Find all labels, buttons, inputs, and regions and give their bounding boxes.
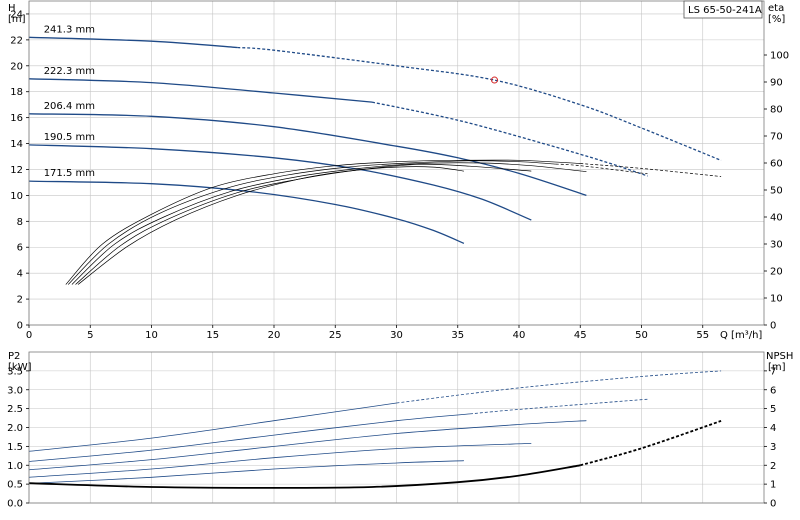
flow-tick-label: 10	[145, 330, 158, 341]
flow-tick-label: 40	[513, 330, 526, 341]
head-tick-label: 6	[17, 243, 23, 254]
pump-performance-chart: 241.3 mm 222.3 mm 206.4 mm 190.5 mm 171.5 mm…	[7, 0, 793, 510]
eta-tick-label: 100	[770, 51, 789, 62]
head-panel-grid	[28, 1, 764, 326]
power-curve	[28, 460, 464, 484]
npsh-curve	[28, 464, 581, 489]
flow-tick-label: 50	[635, 330, 648, 341]
head-tick-label: 0	[17, 321, 23, 332]
npsh-tick-label: 2	[770, 461, 776, 472]
eta-axis-title: eta	[768, 3, 784, 14]
impeller-diameter-label: 171.5 mm	[44, 168, 95, 179]
head-tick-label: 18	[10, 87, 23, 98]
power-npsh-series	[28, 370, 722, 489]
flow-axis-title: Q [m³/h]	[720, 330, 762, 341]
flow-tick-label: 55	[696, 330, 709, 341]
power-curve-extension	[396, 370, 722, 404]
flow-tick-label: 15	[206, 330, 219, 341]
efficiency-curve-extension	[555, 163, 648, 175]
head-tick-label: 22	[10, 35, 23, 46]
efficiency-curve	[65, 159, 581, 285]
head-tick-label: 10	[10, 191, 23, 202]
eta-tick-label: 40	[770, 213, 783, 224]
eta-tick-label: 70	[770, 132, 783, 143]
npsh-tick-label: 1	[770, 480, 776, 491]
efficiency-curve	[67, 160, 556, 285]
impeller-diameter-label: 206.4 mm	[44, 101, 95, 112]
efficiency-curve	[75, 163, 532, 285]
power-tick-label: 2.0	[7, 423, 23, 434]
npsh-tick-label: 3	[770, 442, 776, 453]
flow-tick-label: 35	[451, 330, 464, 341]
impeller-diameter-label: 222.3 mm	[44, 66, 95, 77]
head-tick-label: 14	[10, 139, 23, 150]
flow-tick-label: 30	[390, 330, 403, 341]
head-curve	[28, 78, 373, 103]
head-tick-label: 16	[10, 113, 23, 124]
model-label: LS 65-50-241A	[688, 5, 762, 16]
eta-tick-label: 60	[770, 159, 783, 170]
head-tick-label: 12	[10, 165, 23, 176]
efficiency-curve	[71, 162, 587, 285]
impeller-diameter-label: 241.3 mm	[44, 24, 95, 35]
power-axis-unit: [kW]	[8, 362, 32, 373]
flow-tick-label: 5	[87, 330, 93, 341]
head-axis-unit: [m]	[8, 14, 26, 25]
flow-tick-label: 25	[329, 330, 342, 341]
head-panel-axes: 0246810121416182022240102030405060708090…	[10, 0, 789, 341]
power-tick-label: 1.5	[7, 442, 23, 453]
eta-axis-unit: [%]	[768, 14, 785, 25]
head-efficiency-series: 241.3 mm 222.3 mm 206.4 mm 190.5 mm 171.5 mm	[28, 24, 722, 285]
flow-tick-label: 0	[26, 330, 32, 341]
power-tick-label: 0.0	[7, 499, 23, 510]
power-curve-extension	[469, 398, 648, 415]
power-panel-grid	[28, 352, 764, 504]
eta-tick-label: 10	[770, 294, 783, 305]
head-curve	[28, 36, 238, 49]
npsh-tick-label: 4	[770, 423, 776, 434]
power-curve	[28, 443, 532, 478]
head-tick-label: 2	[17, 295, 23, 306]
eta-tick-label: 80	[770, 105, 783, 116]
flow-tick-label: 45	[574, 330, 587, 341]
eta-tick-label: 20	[770, 267, 783, 278]
eta-tick-label: 90	[770, 78, 783, 89]
head-tick-label: 4	[17, 269, 23, 280]
power-tick-label: 2.5	[7, 404, 23, 415]
npsh-tick-label: 5	[770, 404, 776, 415]
impeller-diameter-label: 190.5 mm	[44, 132, 95, 143]
eta-tick-label: 30	[770, 240, 783, 251]
npsh-axis-title: NPSH	[766, 351, 793, 362]
efficiency-curve-extension	[580, 163, 722, 177]
npsh-axis-unit: [m]	[768, 362, 786, 373]
npsh-tick-label: 0	[770, 499, 776, 510]
eta-tick-label: 50	[770, 186, 783, 197]
power-tick-label: 1.0	[7, 461, 23, 472]
power-curve	[28, 413, 471, 462]
power-curve	[28, 420, 587, 471]
head-tick-label: 8	[17, 217, 23, 228]
power-axis-title: P2	[8, 351, 20, 362]
npsh-tick-label: 6	[770, 385, 776, 396]
head-tick-label: 20	[10, 61, 23, 72]
power-tick-label: 0.5	[7, 480, 23, 491]
flow-tick-label: 20	[268, 330, 281, 341]
eta-tick-label: 0	[770, 321, 776, 332]
head-axis-title: H	[8, 3, 16, 14]
power-tick-label: 3.0	[7, 385, 23, 396]
